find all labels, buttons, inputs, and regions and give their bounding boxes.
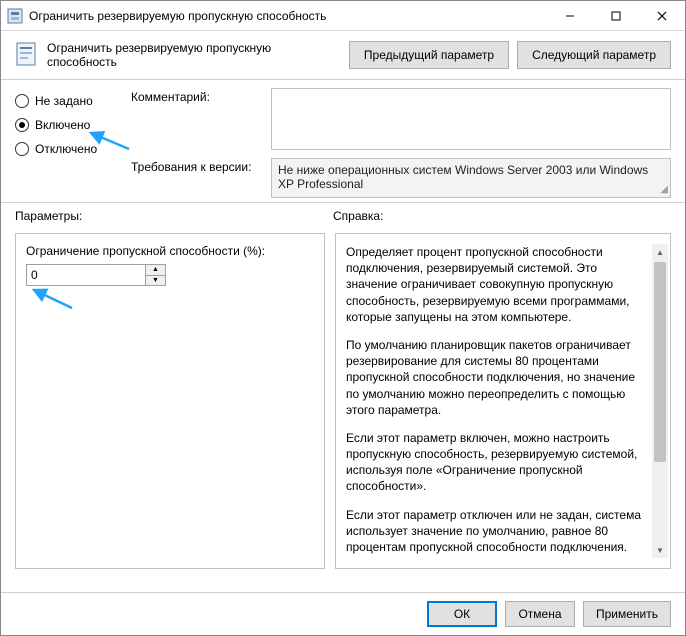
bandwidth-limit-label: Ограничение пропускной способности (%): [26,244,314,258]
apply-button[interactable]: Применить [583,601,671,627]
previous-setting-button[interactable]: Предыдущий параметр [349,41,509,69]
requirements-label: Требования к версии: [131,158,261,198]
help-section-label: Справка: [333,209,383,223]
annotation-arrow-icon [30,286,74,310]
bandwidth-limit-input[interactable] [27,265,145,285]
params-section-label: Параметры: [15,209,333,223]
radio-label: Отключено [35,142,97,156]
maximize-button[interactable] [593,1,639,31]
next-setting-button[interactable]: Следующий параметр [517,41,671,69]
help-panel: Определяет процент пропускной способност… [335,233,671,569]
radio-label: Включено [35,118,90,132]
radio-enabled[interactable]: Включено [15,118,131,132]
dialog-footer: ОК Отмена Применить [1,592,685,635]
scroll-thumb[interactable] [654,262,666,462]
scroll-down-icon[interactable]: ▼ [652,542,668,558]
state-radios: Не задано Включено Отключено [15,88,131,198]
help-text: Определяет процент пропускной способност… [346,244,660,558]
cancel-button[interactable]: Отмена [505,601,575,627]
radio-not-configured[interactable]: Не задано [15,94,131,108]
comment-label: Комментарий: [131,88,261,150]
header: Ограничить резервируемую пропускную спос… [1,31,685,80]
help-scrollbar[interactable]: ▲ ▼ [652,244,668,558]
resize-grip-icon: ◢ [660,184,668,195]
params-panel: Ограничение пропускной способности (%): … [15,233,325,569]
ok-button[interactable]: ОК [427,601,497,627]
policy-icon [15,41,39,69]
spinner-down-button[interactable]: ▼ [146,276,165,286]
radio-label: Не задано [35,94,93,108]
requirements-box: Не ниже операционных систем Windows Serv… [271,158,671,198]
bandwidth-limit-spinner[interactable]: ▲ ▼ [26,264,166,286]
scroll-up-icon[interactable]: ▲ [652,244,668,260]
radio-disabled[interactable]: Отключено [15,142,131,156]
app-icon [7,8,23,24]
window-title: Ограничить резервируемую пропускную спос… [29,9,547,23]
requirements-text: Не ниже операционных систем Windows Serv… [278,163,648,191]
spinner-up-button[interactable]: ▲ [146,265,165,276]
minimize-button[interactable] [547,1,593,31]
header-title: Ограничить резервируемую пропускную спос… [47,41,341,69]
close-button[interactable] [639,1,685,31]
titlebar: Ограничить резервируемую пропускную спос… [1,1,685,31]
comment-textarea[interactable] [271,88,671,150]
